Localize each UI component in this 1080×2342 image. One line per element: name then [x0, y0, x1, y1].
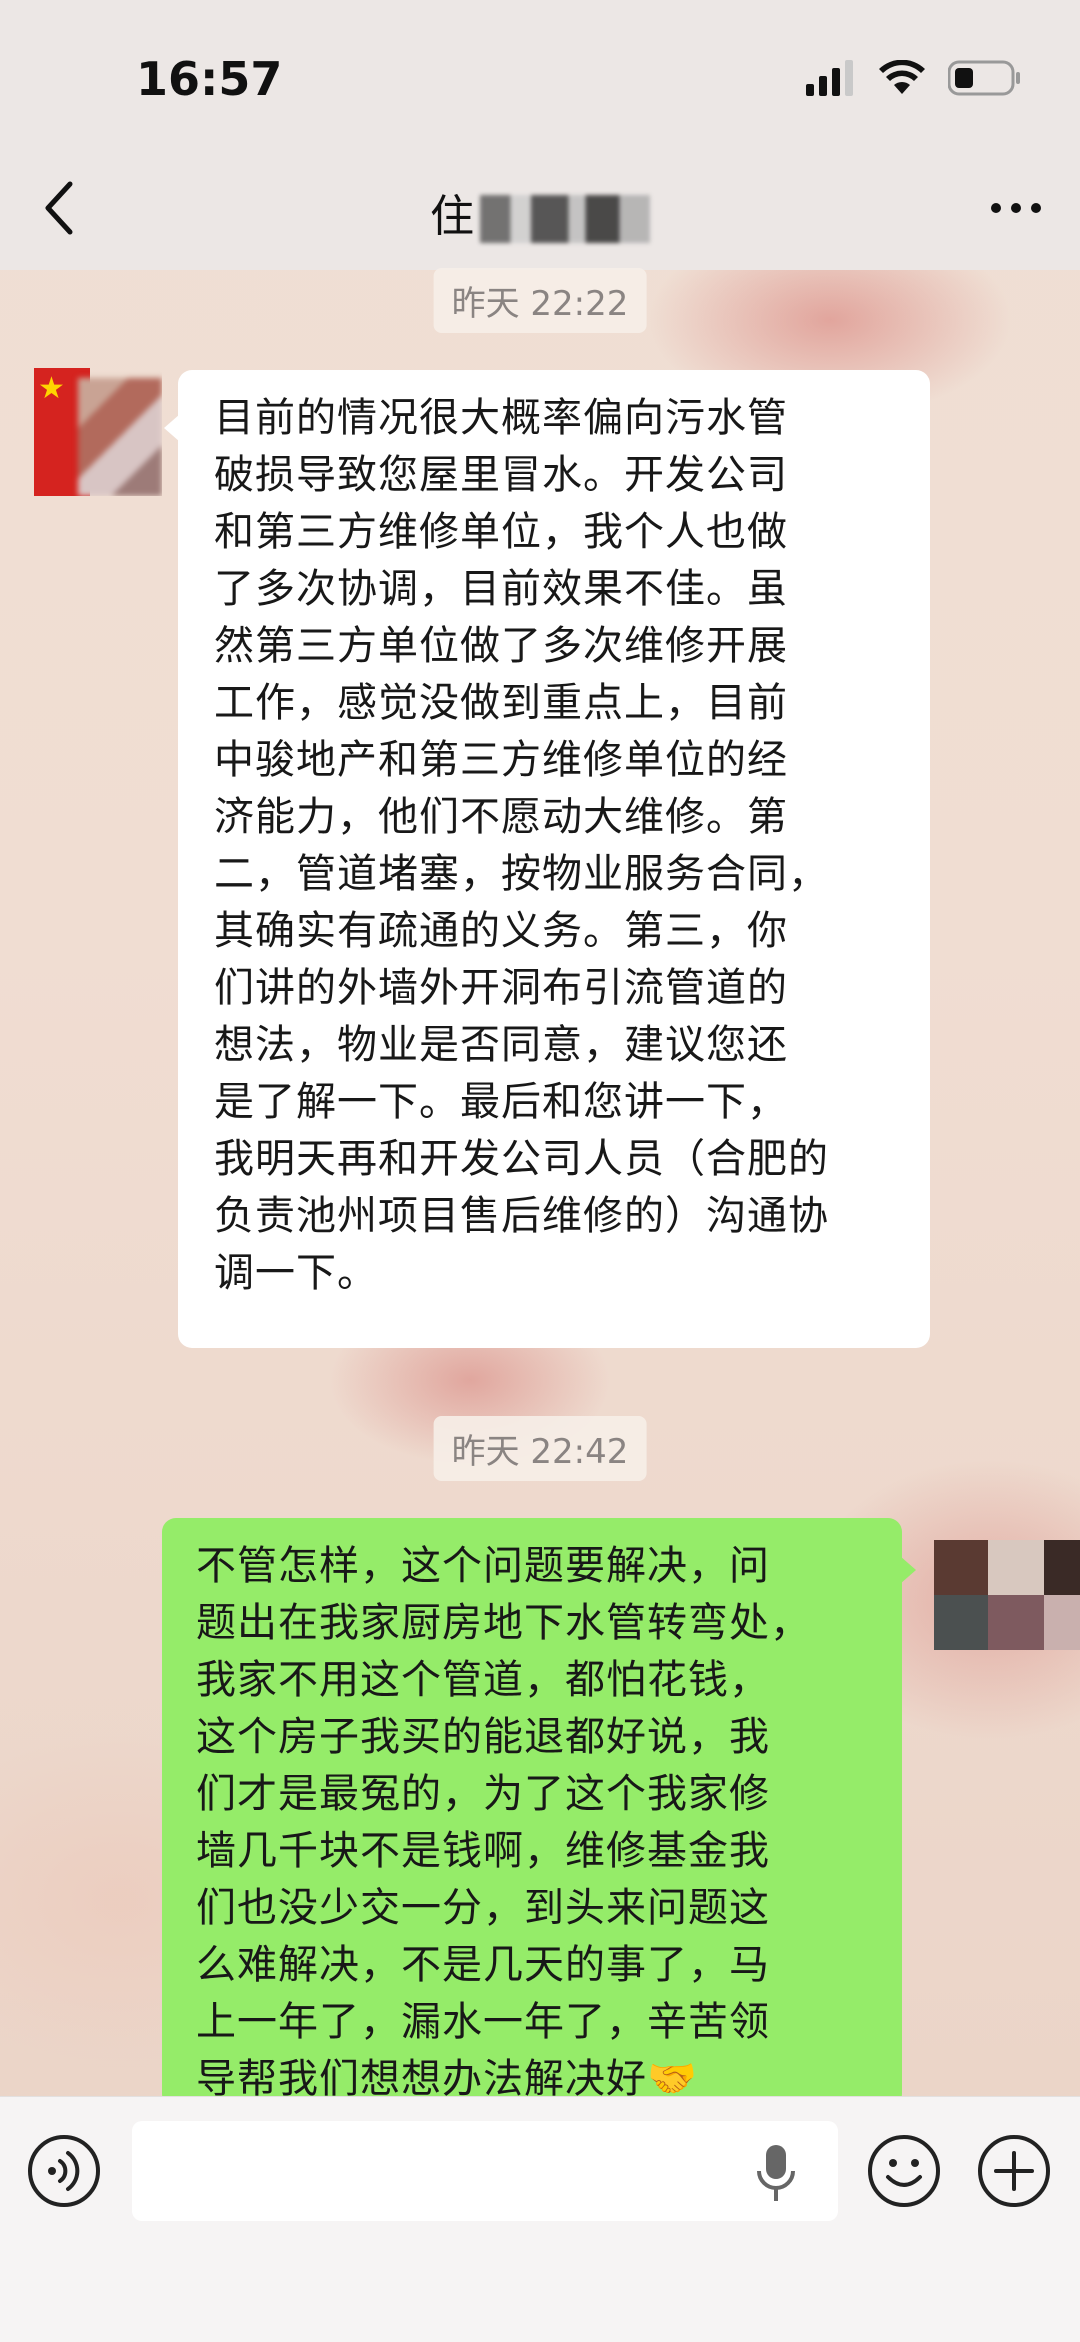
message-line: 墙几千块不是钱啊，维修基金我: [196, 1828, 770, 1874]
message-line: 了多次协调，目前效果不佳。虽: [214, 566, 788, 612]
chat-title-text: 住: [430, 191, 474, 242]
message-line: 么难解决，不是几天的事了，马: [196, 1942, 770, 1988]
message-bubble-incoming[interactable]: 目前的情况很大概率偏向污水管 破损导致您屋里冒水。开发公司 和第三方维修单位，我个人…: [164, 370, 930, 1348]
battery-icon: [948, 60, 1020, 96]
status-time: 16:57: [136, 52, 283, 106]
message-timestamp: 昨天 22:22: [433, 268, 647, 333]
message-line: 们也没少交一分，到头来问题这: [196, 1885, 770, 1931]
avatar-pixel: [1044, 1540, 1080, 1595]
top-bar: 16:57 住: [0, 0, 1080, 270]
message-line: 工作，感觉没做到重点上，目前: [214, 680, 788, 726]
avatar-pixel: [988, 1595, 1044, 1650]
message-line: 我明天再和开发公司人员（合肥的: [214, 1136, 829, 1182]
message-line: 题出在我家厨房地下水管转弯处，: [196, 1600, 811, 1646]
input-bar: [0, 2096, 1080, 2342]
message-line: 和第三方维修单位，我个人也做: [214, 509, 788, 555]
signal-icon: [806, 60, 853, 96]
message-line: 不管怎样，这个问题要解决，问: [196, 1543, 770, 1589]
avatar-pixel: [934, 1540, 988, 1595]
avatar-pixelated: [78, 378, 162, 496]
message-line: 上一年了，漏水一年了，辛苦领: [196, 1999, 770, 2045]
message-line: 我家不用这个管道，都怕花钱，: [196, 1657, 770, 1703]
voice-icon[interactable]: [26, 2133, 102, 2209]
message-line: 负责池州项目售后维修的）沟通协: [214, 1193, 829, 1239]
chat-title: 住: [0, 180, 1080, 244]
message-line: 是了解一下。最后和您讲一下，: [214, 1079, 788, 1125]
message-line: 这个房子我买的能退都好说，我: [196, 1714, 770, 1760]
message-line: 济能力，他们不愿动大维修。第: [214, 794, 788, 840]
avatar[interactable]: ★: [34, 368, 162, 496]
microphone-icon[interactable]: [756, 2143, 796, 2205]
message-line: 调一下。: [214, 1250, 378, 1296]
message-bubble-outgoing[interactable]: 不管怎样，这个问题要解决，问 题出在我家厨房地下水管转弯处， 我家不用这个管道，都怕…: [162, 1518, 902, 2108]
message-line: 目前的情况很大概率偏向污水管: [214, 395, 788, 441]
message-line: 们讲的外墙外开洞布引流管道的: [214, 965, 788, 1011]
plus-icon[interactable]: [976, 2133, 1052, 2209]
message-line: 然第三方单位做了多次维修开展: [214, 623, 788, 669]
more-horizontal-icon[interactable]: [986, 188, 1046, 228]
star-icon: ★: [38, 371, 65, 406]
avatar[interactable]: [934, 1540, 1080, 1650]
message-line: 们才是最冤的，为了这个我家修: [196, 1771, 770, 1817]
wifi-icon: [879, 60, 925, 94]
message-line: 二，管道堵塞，按物业服务合同，: [214, 851, 829, 897]
bubble-tail: [900, 1556, 916, 1584]
message-line: 破损导致您屋里冒水。开发公司: [214, 452, 788, 498]
avatar-pixel: [1044, 1595, 1080, 1650]
avatar-pixel: [934, 1595, 988, 1650]
message-line: 中骏地产和第三方维修单位的经: [214, 737, 788, 783]
redacted-name: [480, 195, 650, 243]
emoji-icon[interactable]: [866, 2133, 942, 2209]
message-input[interactable]: [132, 2121, 838, 2221]
message-line: 想法，物业是否同意，建议您还: [214, 1022, 788, 1068]
avatar-pixel: [988, 1540, 1044, 1595]
message-line: 其确实有疏通的义务。第三，你: [214, 908, 788, 954]
status-icons: [806, 58, 1022, 98]
message-timestamp: 昨天 22:42: [433, 1416, 647, 1481]
